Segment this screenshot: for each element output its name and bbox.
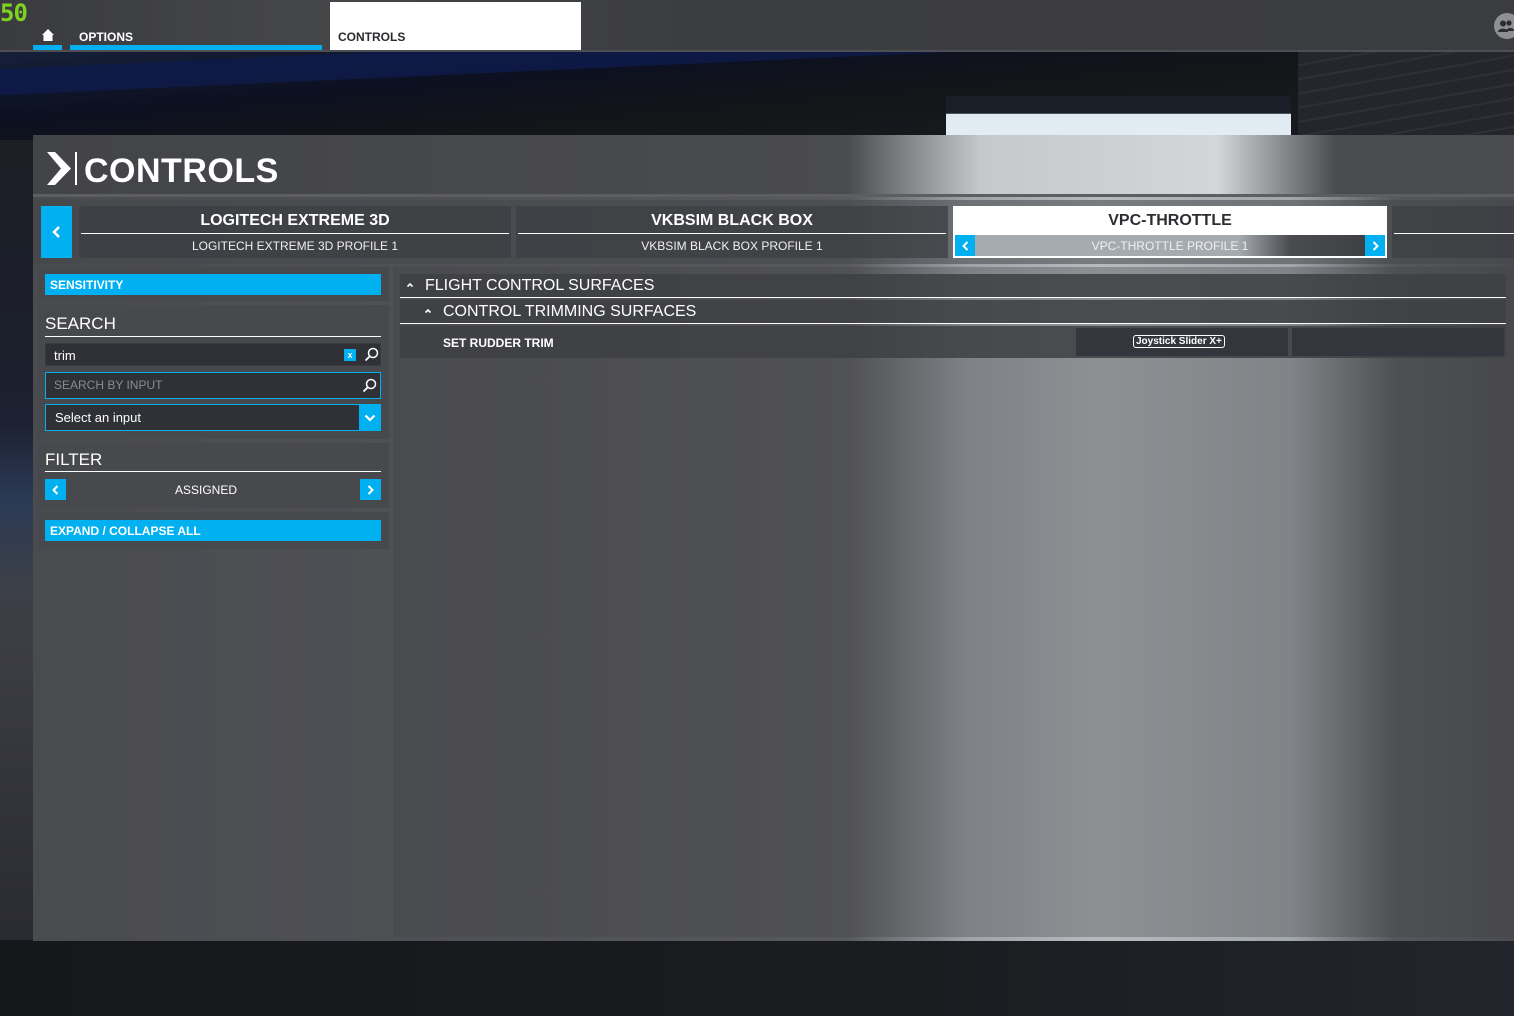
action-row-set-rudder-trim[interactable]: SET RUDDER TRIM Joystick Slider X+ xyxy=(400,326,1506,358)
filter-value: ASSIGNED xyxy=(174,483,237,497)
device-divider xyxy=(1394,233,1514,234)
search-block: SEARCH trim x SEARCH BY INPUT Select an … xyxy=(38,305,389,439)
filter-title: FILTER xyxy=(45,450,103,469)
device-carousel: LOGITECH EXTREME 3D LOGITECH EXTREME 3D … xyxy=(33,200,1514,264)
chevron-left-icon xyxy=(961,240,968,251)
breadcrumb-controls[interactable]: CONTROLS xyxy=(330,2,581,50)
home-tab-underline xyxy=(33,45,62,50)
search-title: SEARCH xyxy=(45,314,116,333)
filter-divider xyxy=(45,471,381,472)
device-tab-next-partial[interactable] xyxy=(1392,206,1514,258)
chevron-right-icon xyxy=(1372,240,1379,251)
breadcrumb-options-label: OPTIONS xyxy=(79,30,134,44)
multiplayer-profile-button[interactable] xyxy=(1494,13,1514,39)
top-nav-bar: 50 OPTIONS CONTROLS xyxy=(0,0,1514,52)
hangar-wall xyxy=(1298,52,1514,142)
title-separator xyxy=(75,152,77,185)
input-select-value: Select an input xyxy=(55,410,142,425)
chevron-left-icon xyxy=(52,226,60,238)
secondary-binding-slot[interactable] xyxy=(1292,328,1504,356)
filter-prev-button[interactable] xyxy=(45,479,66,500)
search-query-value: trim xyxy=(54,348,76,363)
home-icon xyxy=(41,29,54,41)
chevron-up-icon xyxy=(424,308,432,314)
expand-collapse-block: EXPAND / COLLAPSE ALL xyxy=(38,512,389,549)
search-by-input-placeholder: SEARCH BY INPUT xyxy=(54,378,163,392)
users-icon xyxy=(1498,20,1514,32)
chevron-right-icon xyxy=(367,484,374,495)
controls-panel: CONTROLS LOGITECH EXTREME 3D LOGITECH EX… xyxy=(33,135,1514,941)
hangar-floor xyxy=(0,940,1514,1016)
device-tab-logitech-extreme-3d[interactable]: LOGITECH EXTREME 3D LOGITECH EXTREME 3D … xyxy=(79,206,511,258)
profile-next-button[interactable] xyxy=(1365,235,1385,256)
chevron-up-icon xyxy=(406,282,414,288)
device-tab-vpc-throttle[interactable]: VPC-THROTTLE VPC-THROTTLE PROFILE 1 xyxy=(953,206,1387,258)
subcategory-label: CONTROL TRIMMING SURFACES xyxy=(443,303,697,320)
search-text-input[interactable]: trim x xyxy=(45,343,381,366)
search-divider xyxy=(45,336,381,337)
device-profile: LOGITECH EXTREME 3D PROFILE 1 xyxy=(191,239,399,253)
category-flight-control-surfaces[interactable]: FLIGHT CONTROL SURFACES xyxy=(400,274,1506,298)
fps-counter: 50 xyxy=(0,0,28,27)
primary-binding-slot[interactable]: Joystick Slider X+ xyxy=(1076,328,1288,356)
hangar-left-view xyxy=(0,140,33,940)
input-binding-chip: Joystick Slider X+ xyxy=(1133,335,1225,348)
category-label: FLIGHT CONTROL SURFACES xyxy=(425,277,655,294)
sensitivity-block: SENSITIVITY xyxy=(38,267,389,301)
device-tab-vkbsim-black-box[interactable]: VKBSIM BLACK BOX VKBSIM BLACK BOX PROFIL… xyxy=(516,206,948,258)
search-icon[interactable] xyxy=(364,347,379,362)
device-profile: VKBSIM BLACK BOX PROFILE 1 xyxy=(641,239,823,253)
subcategory-control-trimming-surfaces[interactable]: CONTROL TRIMMING SURFACES xyxy=(400,300,1506,324)
bindings-list: FLIGHT CONTROL SURFACES CONTROL TRIMMING… xyxy=(393,267,1514,937)
dropdown-toggle[interactable] xyxy=(359,405,380,430)
chevron-left-icon xyxy=(52,484,59,495)
device-name: VPC-THROTTLE xyxy=(1108,212,1232,229)
device-profile: VPC-THROTTLE PROFILE 1 xyxy=(1091,239,1249,253)
breadcrumb-options[interactable]: OPTIONS xyxy=(70,26,322,50)
search-by-input-field[interactable]: SEARCH BY INPUT xyxy=(45,372,381,399)
chevron-down-icon xyxy=(364,414,375,422)
device-prev-button[interactable] xyxy=(41,206,72,258)
sensitivity-button[interactable]: SENSITIVITY xyxy=(45,274,381,295)
home-button[interactable] xyxy=(33,26,62,50)
breadcrumb-controls-label: CONTROLS xyxy=(338,30,406,44)
page-title: CONTROLS xyxy=(84,152,279,190)
input-select-dropdown[interactable]: Select an input xyxy=(45,404,381,431)
clear-search-button[interactable]: x xyxy=(344,349,356,361)
search-icon[interactable] xyxy=(362,378,377,393)
profile-prev-button[interactable] xyxy=(955,235,975,256)
device-divider xyxy=(81,233,509,234)
filter-block: FILTER ASSIGNED xyxy=(38,443,389,508)
options-tab-underline xyxy=(70,45,322,50)
filter-next-button[interactable] xyxy=(360,479,381,500)
device-name: VKBSIM BLACK BOX xyxy=(651,212,813,229)
expand-collapse-all-button[interactable]: EXPAND / COLLAPSE ALL xyxy=(45,520,381,541)
device-divider xyxy=(518,233,946,234)
action-label: SET RUDDER TRIM xyxy=(443,336,554,350)
device-name: LOGITECH EXTREME 3D xyxy=(200,212,390,229)
panel-header: CONTROLS xyxy=(33,135,1514,197)
chevron-right-icon xyxy=(47,152,71,185)
